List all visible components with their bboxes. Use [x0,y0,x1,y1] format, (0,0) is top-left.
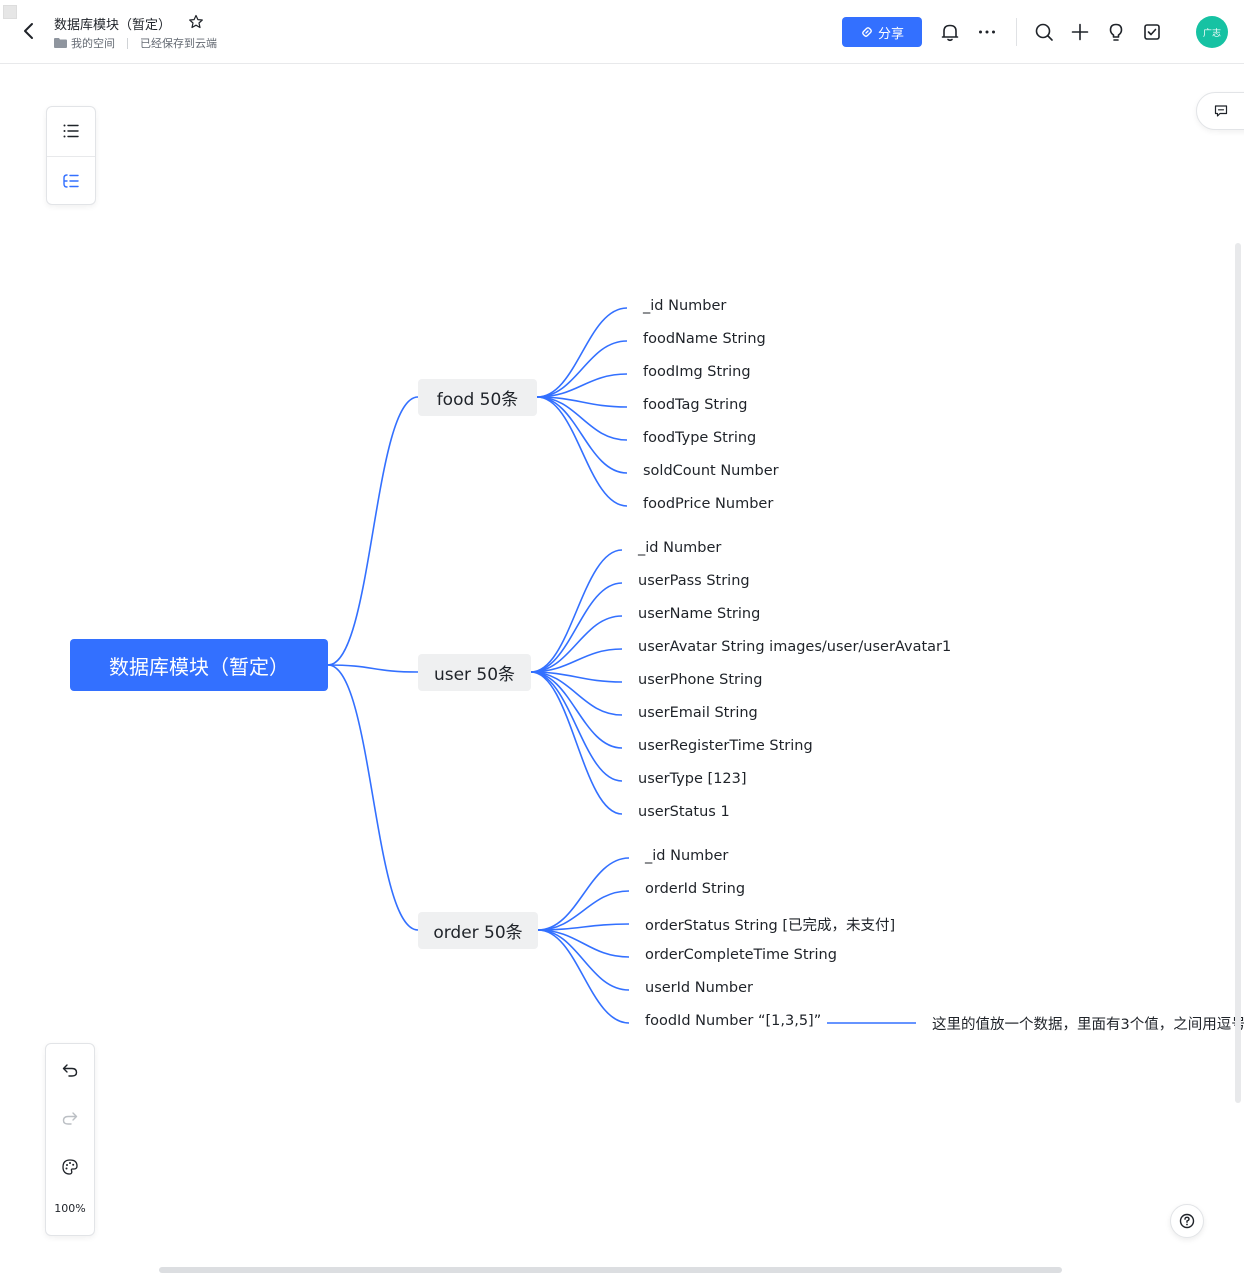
star-icon[interactable] [188,14,204,30]
comment-button[interactable] [1196,92,1244,130]
leaf-node[interactable]: soldCount Number [643,463,779,479]
leaf-node[interactable]: _id Number [643,298,726,314]
undo-icon [62,1064,78,1077]
branch-leaf-connector [536,340,628,398]
mindmap-icon [63,174,79,188]
folder-icon [54,38,67,48]
task-check-icon[interactable] [1141,21,1163,43]
branch-leaf-connector [537,929,630,991]
branch-leaf-connector [530,549,623,673]
lightbulb-icon[interactable] [1105,21,1127,43]
branch-leaf-connector [536,396,628,474]
add-icon[interactable] [1069,21,1091,43]
palette-icon [62,1159,78,1175]
zoom-level[interactable]: 100% [46,1202,94,1215]
branch-node[interactable]: order 50条 [418,912,538,949]
branch-leaf-connector [530,671,623,749]
link-icon [862,27,872,37]
bell-icon[interactable] [939,21,961,43]
edit-toolbar: 100% [45,1043,95,1236]
leaf-node[interactable]: foodTag String [643,397,747,413]
leaf-node[interactable]: userId Number [645,980,753,996]
top-bar: 数据库模块（暂定） 我的空间 已经保存到云端 分享 广志 [0,0,1244,64]
branch-leaf-connector [530,582,623,673]
mindmap-canvas: 数据库模块（暂定） food 50条 _id Number foodName Str… [0,0,1244,1277]
redo-button[interactable] [46,1094,94,1142]
undo-button[interactable] [46,1046,94,1094]
leaf-node[interactable]: orderCompleteTime String [645,947,837,963]
redo-icon [62,1112,78,1125]
vertical-scrollbar[interactable] [1235,243,1241,1103]
root-branch-connector [327,396,419,666]
mindmap-view-button[interactable] [47,157,95,205]
leaf-node[interactable]: foodPrice Number [643,496,773,512]
space-link[interactable]: 我的空间 [71,35,115,51]
leaf-node[interactable]: _id Number [638,540,721,556]
breadcrumb: 我的空间 已经保存到云端 [54,35,217,51]
branch-node[interactable]: user 50条 [418,654,531,691]
help-icon [1179,1213,1195,1229]
theme-button[interactable] [46,1143,94,1191]
document-title[interactable]: 数据库模块（暂定） [54,14,171,33]
search-icon[interactable] [1033,21,1055,43]
note-node[interactable]: 这里的值放一个数据，里面有3个值，之间用逗号隔开 [932,1013,1244,1034]
list-icon [63,124,79,138]
comment-icon [1214,105,1228,117]
leaf-node[interactable]: userPhone String [638,672,762,688]
leaf-node[interactable]: orderStatus String [已完成，未支付] [645,914,895,935]
leaf-node[interactable]: foodImg String [643,364,751,380]
save-status: 已经保存到云端 [140,37,217,50]
window-corner-icon [3,5,17,19]
more-icon[interactable] [976,21,998,43]
leaf-node[interactable]: userName String [638,606,760,622]
divider [127,37,128,49]
root-node[interactable]: 数据库模块（暂定） [70,639,328,691]
root-branch-connector [327,664,419,931]
branch-node[interactable]: food 50条 [418,379,537,416]
branch-leaf-connector [536,396,628,507]
root-branch-connector [327,664,419,673]
leaf-node[interactable]: foodId Number “[1,3,5]” [645,1013,821,1029]
leaf-node[interactable]: _id Number [645,848,728,864]
leaf-node[interactable]: foodName String [643,331,766,347]
leaf-node[interactable]: userStatus 1 [638,804,730,820]
leaf-node[interactable]: userEmail String [638,705,758,721]
leaf-node[interactable]: foodType String [643,430,756,446]
share-button[interactable]: 分享 [842,17,922,47]
leaf-node[interactable]: userRegisterTime String [638,738,813,754]
branch-leaf-connector [530,671,623,782]
leaf-node[interactable]: userType [123] [638,771,747,787]
help-button[interactable] [1170,1204,1204,1238]
toolbar-divider [1016,18,1017,46]
avatar[interactable]: 广志 [1196,16,1228,48]
leaf-node[interactable]: userPass String [638,573,750,589]
back-arrow-icon[interactable] [18,20,40,42]
share-label: 分享 [877,26,904,42]
leaf-node[interactable]: orderId String [645,881,745,897]
leaf-node[interactable]: userAvatar String images/user/userAvatar… [638,639,951,655]
outline-view-button[interactable] [47,107,95,155]
view-switch-panel [46,106,96,205]
branch-leaf-connector [530,615,623,673]
branch-leaf-connector [536,307,628,398]
horizontal-scrollbar[interactable] [159,1267,1062,1273]
branch-leaf-connector [537,857,630,931]
